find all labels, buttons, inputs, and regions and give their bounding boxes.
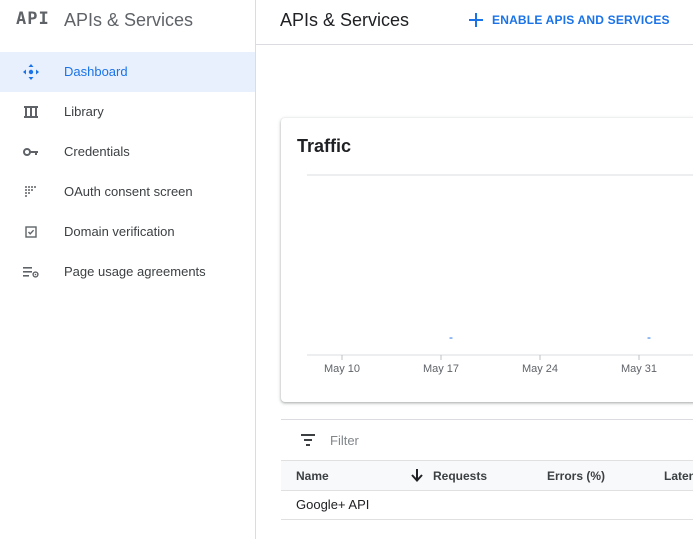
column-header-errors[interactable]: Errors (%)	[547, 469, 605, 483]
column-header-requests[interactable]: Requests	[433, 469, 487, 483]
sidebar-item-label: Page usage agreements	[64, 264, 206, 279]
library-icon	[22, 104, 40, 120]
chart-x-tick-label: May 31	[621, 363, 657, 375]
chart-data-marker: -	[449, 330, 453, 344]
page-usage-icon	[22, 264, 40, 280]
filter-bar[interactable]: Filter	[281, 420, 693, 460]
sidebar-item-dashboard[interactable]: Dashboard	[0, 52, 255, 92]
sidebar-item-domain-verification[interactable]: Domain verification	[0, 212, 255, 252]
app-window: API APIs & Services Dashboard Library Cr…	[0, 0, 693, 539]
api-table: Filter Name Requests Errors (%) Laten Go…	[281, 419, 693, 539]
product-title: APIs & Services	[64, 10, 194, 30]
sidebar-item-label: Credentials	[64, 144, 130, 159]
page-header: APIs & Services ENABLE APIS AND SERVICES	[256, 0, 693, 45]
filter-list-icon[interactable]	[301, 434, 317, 446]
sidebar-item-label: Library	[64, 104, 104, 119]
api-logo[interactable]: API	[16, 9, 50, 29]
enable-apis-label: ENABLE APIS AND SERVICES	[492, 13, 670, 27]
table-row[interactable]: Google+ API	[281, 491, 693, 520]
chart-x-tick-label: May 17	[423, 363, 459, 375]
column-header-latency[interactable]: Laten	[664, 469, 693, 483]
api-name-cell[interactable]: Google+ API	[296, 497, 369, 512]
domain-verification-icon	[22, 224, 40, 240]
key-icon	[22, 144, 40, 160]
plus-icon	[468, 12, 484, 28]
column-header-name[interactable]: Name	[296, 469, 329, 483]
sidebar-item-label: Dashboard	[64, 64, 128, 79]
sidebar-nav: Dashboard Library Credentials OAuth cons…	[0, 52, 256, 292]
sidebar-item-label: Domain verification	[64, 224, 175, 239]
sidebar: API APIs & Services Dashboard Library Cr…	[0, 0, 256, 539]
oauth-consent-icon	[22, 184, 40, 200]
chart-x-tick-label: May 10	[324, 363, 360, 375]
traffic-card: Traffic May 10 May 17 May 24 May 31- -	[281, 118, 693, 402]
sidebar-item-library[interactable]: Library	[0, 92, 255, 132]
sidebar-item-label: OAuth consent screen	[64, 184, 193, 199]
filter-input[interactable]: Filter	[330, 433, 359, 448]
page-title: APIs & Services	[280, 10, 410, 30]
traffic-chart: May 10 May 17 May 24 May 31 - -	[307, 174, 693, 375]
chart-x-tick-label: May 24	[522, 363, 558, 375]
chart-data-marker: -	[647, 330, 651, 344]
arrow-down-icon[interactable]	[410, 468, 424, 482]
sidebar-item-credentials[interactable]: Credentials	[0, 132, 255, 172]
dashboard-icon	[22, 64, 40, 80]
table-header: Name Requests Errors (%) Laten	[281, 460, 693, 491]
enable-apis-button[interactable]: ENABLE APIS AND SERVICES	[468, 8, 670, 32]
sidebar-item-oauth-consent[interactable]: OAuth consent screen	[0, 172, 255, 212]
brand-header: API APIs & Services	[0, 0, 256, 44]
sidebar-item-page-usage[interactable]: Page usage agreements	[0, 252, 255, 292]
